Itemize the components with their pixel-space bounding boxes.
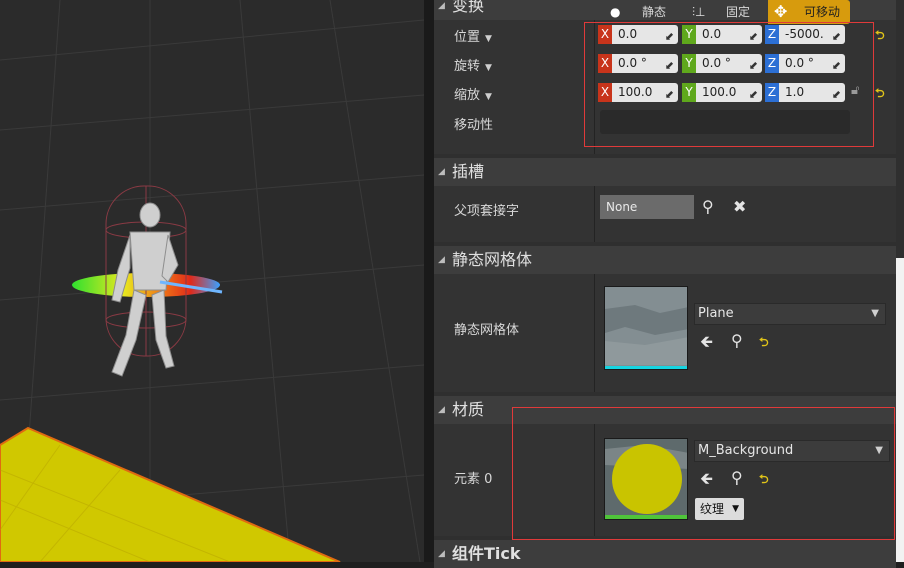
location-y-field[interactable]: 0.0 ⬋	[696, 25, 762, 44]
reset-location-icon[interactable]: ⮌	[875, 26, 885, 47]
section-header-component-tick[interactable]: ◢ 组件Tick	[434, 540, 896, 568]
material-dropdown[interactable]: M_Background ▼	[694, 440, 890, 462]
dropdown-arrow-icon[interactable]: ▼	[485, 92, 492, 102]
scale-y-axis-label: Y	[682, 83, 696, 102]
mobility-movable-button[interactable]: ✥ 可移动	[768, 0, 850, 24]
location-x-field[interactable]: 0.0 ⬋	[612, 25, 678, 44]
clear-icon[interactable]: ✖	[733, 197, 746, 216]
scale-z-field[interactable]: 1.0 ⬋	[779, 83, 845, 102]
material-sphere-preview-icon	[605, 439, 687, 519]
reset-static-mesh-icon[interactable]: ⮌	[759, 333, 769, 354]
dropdown-arrow-icon: ▼	[875, 445, 883, 456]
dropdown-arrow-icon: ▼	[871, 308, 879, 319]
search-icon[interactable]: ⚲	[731, 331, 743, 350]
texture-dropdown-button[interactable]: 纹理 ▼	[695, 498, 744, 520]
drag-spin-icon[interactable]: ⬋	[665, 85, 674, 102]
rotation-x-axis-label: X	[598, 54, 612, 73]
dropdown-arrow-icon[interactable]: ▼	[485, 63, 492, 73]
search-icon[interactable]: ⚲	[702, 197, 714, 216]
drag-spin-icon[interactable]: ⬋	[749, 56, 758, 73]
plane-preview-icon	[605, 287, 687, 369]
level-viewport[interactable]	[0, 0, 424, 562]
static-mesh-label: 静态网格体	[454, 323, 520, 338]
scale-x-axis-label: X	[598, 83, 612, 102]
location-z-axis-label: Z	[765, 25, 779, 44]
material-thumbnail[interactable]	[604, 438, 688, 520]
mobility-stationary-button[interactable]: ⫶⊥ 固定	[684, 0, 766, 24]
lock-scale-icon[interactable]: 🔓︎	[851, 83, 859, 98]
rotation-z-field[interactable]: 0.0 ° ⬋	[779, 54, 845, 73]
yellow-floor-plane	[0, 426, 341, 562]
dropdown-arrow-icon: ▼	[732, 504, 739, 514]
rotation-z-axis-label: Z	[765, 54, 779, 73]
drag-spin-icon[interactable]: ⬋	[749, 85, 758, 102]
material-element-label: 元素 0	[454, 472, 493, 487]
collapse-triangle-icon[interactable]: ◢	[438, 396, 445, 424]
use-selected-arrow-icon[interactable]: 🡸	[700, 468, 713, 495]
static-mesh-thumbnail[interactable]	[604, 286, 688, 370]
column-divider	[594, 186, 595, 242]
drag-spin-icon[interactable]: ⬋	[832, 85, 841, 102]
drag-spin-icon[interactable]: ⬋	[832, 56, 841, 73]
column-divider	[594, 424, 595, 536]
drag-spin-icon[interactable]: ⬋	[665, 56, 674, 73]
stationary-icon: ⫶⊥	[692, 5, 706, 19]
location-x-axis-label: X	[598, 25, 612, 44]
section-header-materials[interactable]: ◢ 材质	[434, 396, 896, 424]
collapse-triangle-icon[interactable]: ◢	[438, 158, 445, 186]
search-icon[interactable]: ⚲	[731, 468, 743, 487]
mobility-label: 移动性	[454, 118, 494, 133]
panel-splitter[interactable]	[424, 0, 434, 562]
drag-spin-icon[interactable]: ⬋	[665, 27, 674, 44]
viewport-scene	[0, 0, 424, 562]
collapse-triangle-icon[interactable]: ◢	[438, 246, 445, 274]
location-label[interactable]: 位置 ▼	[454, 26, 492, 45]
static-icon: ●	[610, 5, 621, 19]
rotation-x-field[interactable]: 0.0 ° ⬋	[612, 54, 678, 73]
parent-socket-label: 父项套接字	[454, 204, 520, 219]
rotation-y-axis-label: Y	[682, 54, 696, 73]
rotation-y-field[interactable]: 0.0 ° ⬋	[696, 54, 762, 73]
move-arrows-icon: ✥	[774, 2, 788, 21]
scale-x-field[interactable]: 100.0 ⬋	[612, 83, 678, 102]
collapse-triangle-icon[interactable]: ◢	[438, 0, 445, 20]
collapse-triangle-icon[interactable]: ◢	[438, 540, 445, 568]
drag-spin-icon[interactable]: ⬋	[749, 27, 758, 44]
outer-window-edge	[896, 258, 904, 562]
parent-socket-field[interactable]: None	[600, 195, 694, 219]
section-header-static-mesh[interactable]: ◢ 静态网格体	[434, 246, 896, 274]
section-header-sockets[interactable]: ◢ 插槽	[434, 158, 896, 186]
rotation-label[interactable]: 旋转 ▼	[454, 55, 492, 74]
mobility-toggle-group	[600, 110, 850, 134]
reset-material-icon[interactable]: ⮌	[759, 470, 769, 491]
use-selected-arrow-icon[interactable]: 🡸	[700, 331, 713, 358]
reset-scale-icon[interactable]: ⮌	[875, 84, 885, 105]
scale-y-field[interactable]: 100.0 ⬋	[696, 83, 762, 102]
drag-spin-icon[interactable]: ⬋	[832, 27, 841, 44]
mobility-static-button[interactable]: ● 静态	[600, 0, 682, 24]
location-y-axis-label: Y	[682, 25, 696, 44]
static-mesh-dropdown[interactable]: Plane ▼	[694, 303, 886, 325]
scale-z-axis-label: Z	[765, 83, 779, 102]
column-divider	[594, 274, 595, 392]
column-divider	[594, 20, 595, 154]
scale-label[interactable]: 缩放 ▼	[454, 84, 492, 103]
dropdown-arrow-icon[interactable]: ▼	[485, 34, 492, 44]
scrollbar-track[interactable]	[896, 0, 904, 258]
location-z-field[interactable]: -5000. ⬋	[779, 25, 845, 44]
